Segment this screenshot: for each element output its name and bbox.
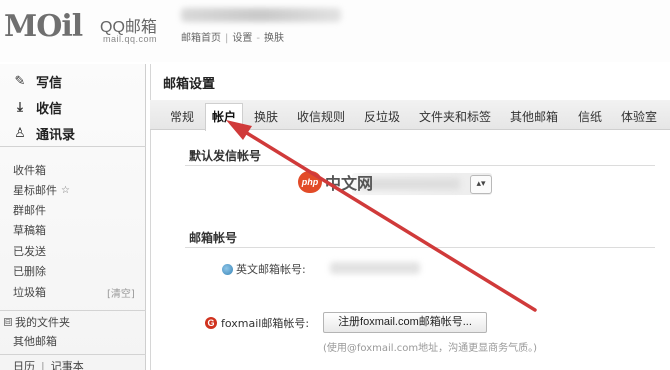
folder-label: 草稿箱	[13, 224, 46, 237]
my-folders-toggle[interactable]: ⊟ 我的文件夹	[4, 314, 70, 330]
link-mail-home[interactable]: 邮箱首页	[181, 33, 221, 44]
sidebar-divider	[0, 354, 146, 355]
folder-spam[interactable]: 垃圾箱	[13, 285, 46, 301]
logo-domain: mail.qq.com	[103, 34, 158, 44]
tab-stationery[interactable]: 信纸	[578, 107, 602, 127]
pencil-icon: ✎	[14, 73, 26, 89]
tab-labs[interactable]: 体验室	[621, 107, 657, 127]
notes-link[interactable]: 记事本	[51, 360, 84, 370]
folder-drafts[interactable]: 草稿箱	[13, 223, 46, 239]
register-foxmail-button[interactable]: 注册foxmail.com邮箱帐号...	[323, 312, 487, 333]
folder-deleted[interactable]: 已删除	[13, 264, 46, 280]
folder-sent[interactable]: 已发送	[13, 244, 46, 260]
my-folders-label: 我的文件夹	[15, 316, 70, 329]
qq-icon	[222, 263, 233, 275]
tab-account[interactable]: 帐户	[205, 103, 244, 131]
account-name-redacted	[181, 8, 341, 22]
contacts-button[interactable]: ♙ 通讯录	[12, 123, 75, 143]
link-settings[interactable]: 设置	[232, 33, 252, 44]
foxmail-account-row: G foxmail邮箱帐号:	[205, 315, 309, 331]
section-mail-account: 邮箱帐号	[189, 231, 238, 245]
tab-general[interactable]: 常规	[170, 107, 194, 127]
tab-antispam[interactable]: 反垃圾	[364, 107, 400, 127]
sidebar-divider	[0, 310, 146, 311]
receive-button[interactable]: ⤓ 收信	[12, 97, 62, 117]
clear-spam-link[interactable]: [清空]	[107, 285, 135, 300]
foxmail-hint: (使用@foxmail.com地址，沟通更显商务气质。)	[323, 343, 538, 354]
folder-label: 星标邮件	[13, 184, 57, 197]
watermark: php 中文网	[298, 170, 373, 194]
link-skin[interactable]: 换肤	[264, 33, 284, 44]
contacts-label: 通讯录	[36, 127, 76, 143]
folder-label: 收件箱	[13, 164, 46, 177]
other-mailbox-link[interactable]: 其他邮箱	[13, 333, 57, 349]
folder-label: 垃圾箱	[13, 286, 46, 299]
tab-skin[interactable]: 换肤	[254, 107, 278, 127]
sidebar-divider	[0, 146, 146, 147]
compose-label: 写信	[36, 75, 63, 91]
page-title: 邮箱设置	[163, 77, 216, 92]
folder-label: 已删除	[13, 265, 46, 278]
folder-label: 群邮件	[13, 204, 46, 217]
folder-inbox[interactable]: 收件箱	[13, 163, 46, 179]
logo-mark: MOil	[4, 9, 83, 44]
section-default-sender: 默认发信帐号	[189, 149, 262, 163]
en-account-row: 英文邮箱帐号:	[222, 261, 306, 277]
calendar-link[interactable]: 日历	[13, 360, 35, 370]
star-icon: ☆	[61, 185, 70, 196]
person-icon: ♙	[14, 125, 26, 141]
foxmail-icon: G	[205, 317, 217, 329]
bottom-links: 日历 | 记事本	[13, 358, 84, 370]
en-account-value-redacted	[330, 262, 420, 274]
tab-other-mailbox[interactable]: 其他邮箱	[510, 107, 558, 127]
top-links: 邮箱首页 | 设置 - 换肤	[181, 33, 284, 44]
section-divider	[185, 247, 655, 248]
section-divider	[185, 165, 655, 166]
compose-button[interactable]: ✎ 写信	[12, 71, 62, 91]
folder-label: 已发送	[13, 245, 46, 258]
watermark-logo: php	[298, 171, 322, 193]
tab-folders-labels[interactable]: 文件夹和标签	[419, 107, 491, 127]
receive-label: 收信	[36, 101, 63, 117]
folder-starred[interactable]: 星标邮件 ☆	[13, 183, 70, 199]
collapse-icon: ⊟	[4, 318, 12, 326]
sender-value-redacted	[360, 178, 460, 190]
watermark-text: 中文网	[325, 176, 374, 193]
mail-logo[interactable]: MOil	[4, 8, 83, 46]
en-account-label: 英文邮箱帐号:	[236, 263, 306, 276]
tab-rules[interactable]: 收信规则	[297, 107, 345, 127]
select-arrows-icon[interactable]: ▴▾	[470, 175, 492, 194]
foxmail-label: foxmail邮箱帐号:	[221, 317, 310, 330]
folder-group[interactable]: 群邮件	[13, 203, 46, 219]
download-icon: ⤓	[17, 99, 23, 115]
